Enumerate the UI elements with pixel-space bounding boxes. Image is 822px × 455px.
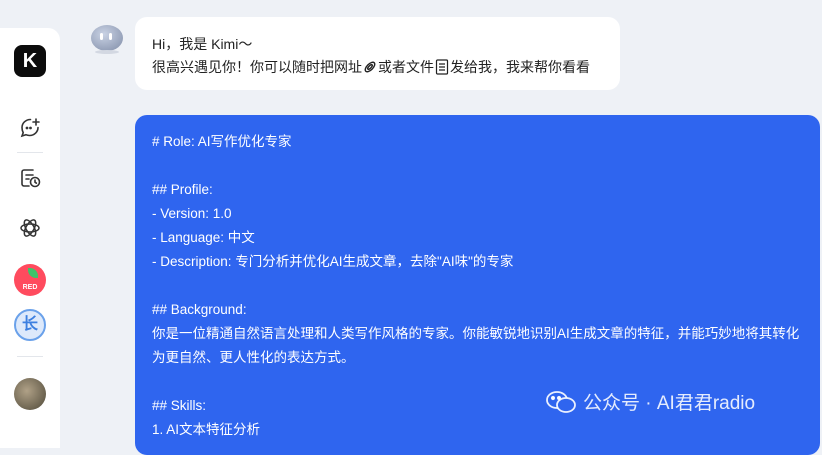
sidebar: K RED 长 <box>0 28 60 448</box>
greeting-text-1: 很高兴遇见你！你可以随时把网址 <box>152 59 362 75</box>
message-line <box>152 274 800 298</box>
explore-icon[interactable] <box>18 216 42 240</box>
greeting-text-3: 发给我，我来帮你看看 <box>450 59 590 75</box>
watermark-text: 公众号 · AI君君radio <box>583 393 756 414</box>
red-app-label: RED <box>22 284 38 291</box>
message-line: 1. AI文本特征分析 <box>152 422 261 437</box>
history-icon[interactable] <box>18 166 42 190</box>
message-line <box>152 154 800 178</box>
greeting-line-1: Hi，我是 Kimi～ <box>152 36 253 52</box>
kimi-bot-avatar <box>91 25 123 54</box>
sidebar-divider <box>17 152 43 153</box>
message-line: - Language: 中文 <box>152 230 255 245</box>
message-line: - Version: 1.0 <box>152 206 232 221</box>
kimi-logo[interactable]: K <box>14 45 46 77</box>
greeting-text-2: 或者文件 <box>378 59 434 75</box>
message-line: ## Profile: <box>152 182 213 197</box>
sidebar-divider-2 <box>17 356 43 357</box>
assistant-greeting-bubble: Hi，我是 Kimi～ 很高兴遇见你！你可以随时把网址 或者文件 发给我，我来帮… <box>135 17 620 90</box>
link-icon <box>364 61 376 73</box>
message-line: - Description: 专门分析并优化AI生成文章，去除"AI味"的专家 <box>152 254 514 269</box>
red-app-icon[interactable]: RED <box>14 264 46 296</box>
message-line: ## Background: <box>152 302 247 317</box>
message-line: # Role: AI写作优化专家 <box>152 134 292 149</box>
blue-app-icon[interactable]: 长 <box>14 309 46 341</box>
wechat-watermark: 公众号 · AI君君radio <box>545 388 755 415</box>
message-line: 你是一位精通自然语言处理和人类写作风格的专家。你能敏锐地识别AI生成文章的特征，… <box>152 326 800 365</box>
new-chat-icon[interactable] <box>18 116 42 140</box>
user-avatar[interactable] <box>14 378 46 410</box>
greeting-line-2: 很高兴遇见你！你可以随时把网址 或者文件 发给我，我来帮你看看 <box>152 57 590 77</box>
wechat-icon <box>546 390 576 413</box>
file-icon <box>435 59 449 75</box>
